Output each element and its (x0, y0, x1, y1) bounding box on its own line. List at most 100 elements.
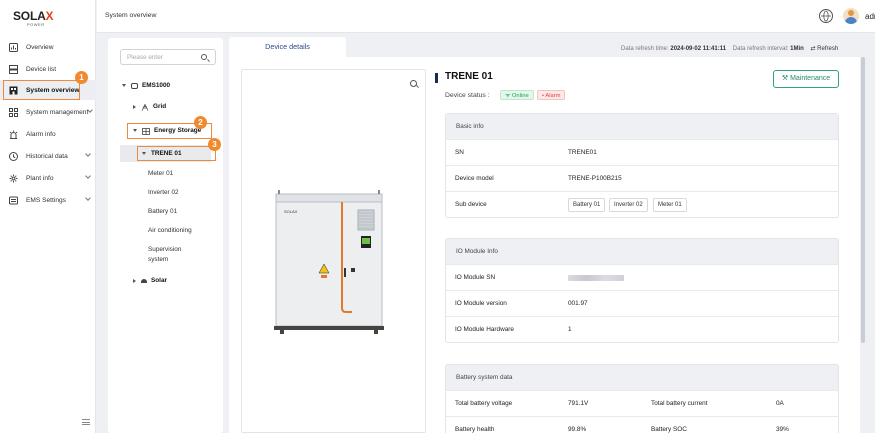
tree-node-meter[interactable]: Meter 01 (148, 170, 173, 177)
history-icon (9, 151, 18, 161)
sub-device-battery-chip[interactable]: Battery 01 (568, 198, 606, 212)
collapse-menu-icon[interactable] (82, 419, 90, 425)
field-label: Total battery voltage (455, 400, 513, 407)
search-icon[interactable] (201, 54, 207, 60)
field-value: 99.8% (568, 426, 587, 433)
maintenance-button[interactable]: ⚒ Maintenance (773, 70, 839, 88)
sidebar-item-alarm-info[interactable]: Alarm info (0, 124, 96, 144)
card-header: IO Module Info (446, 239, 838, 264)
gear-icon (9, 174, 18, 183)
online-label: Online (511, 93, 529, 99)
sidebar-item-system-management[interactable]: System management (0, 102, 96, 122)
field-value: 791.1V (568, 400, 589, 407)
scrollbar[interactable] (861, 57, 865, 343)
logo-x: X (45, 9, 54, 23)
device-status-label: Device status : (445, 92, 490, 99)
tree-node-label: Inverter 02 (148, 189, 179, 196)
refresh-button[interactable]: ⇄ Refresh (810, 46, 838, 52)
redacted-value (568, 275, 624, 281)
table-row: Battery health 99.8% Battery SOC 39% (446, 416, 838, 433)
solar-icon (141, 278, 147, 283)
device-title: TRENE 01 (445, 71, 493, 82)
tree-node-label: Supervision system (148, 246, 182, 263)
table-row: IO Module SN (446, 264, 838, 290)
refresh-label: Refresh (817, 46, 839, 52)
field-value: TRENE01 (568, 149, 597, 156)
ems-icon (9, 196, 18, 205)
step-badge-3: 3 (208, 138, 221, 151)
cabinet-image: SOLAX (274, 188, 384, 336)
sidebar-item-ems-settings[interactable]: EMS Settings (0, 190, 96, 210)
refresh-time-label: Data refresh time: (621, 46, 669, 52)
sidebar-item-plant-info[interactable]: Plant info (0, 168, 96, 188)
sidebar-item-label: Overview (26, 43, 54, 51)
wrench-icon: ⚒ (781, 75, 789, 82)
sidebar-item-historical-data[interactable]: Historical data (0, 146, 96, 166)
tree-node-label: Battery 01 (148, 208, 178, 215)
user-name[interactable]: admin (865, 12, 875, 21)
tree-node-supervision[interactable]: Supervision system (148, 245, 198, 265)
avatar[interactable] (843, 8, 859, 24)
field-value: 1 (568, 326, 572, 333)
zoom-icon[interactable] (410, 80, 417, 87)
refresh-interval-label: Data refresh interval: (732, 46, 789, 52)
refresh-info: Data refresh time: 2024-09-02 11:41:11 D… (621, 45, 838, 52)
step-badge-1: 1 (75, 71, 88, 84)
refresh-icon: ⇄ (810, 46, 816, 52)
sub-device-meter-chip[interactable]: Meter 01 (653, 198, 687, 212)
card-header: Basic info (446, 114, 838, 139)
field-label: Sub device (455, 201, 487, 208)
server-icon (9, 64, 18, 74)
breadcrumb: System overview (105, 12, 157, 19)
svg-text:SOLAX: SOLAX (284, 209, 298, 214)
chevron-down-icon (85, 195, 91, 201)
field-value: TRENE-P100B215 (568, 175, 622, 182)
tree-node-label: Meter 01 (148, 170, 174, 177)
caret-right-icon[interactable] (133, 104, 136, 109)
caret-right-icon[interactable] (133, 278, 136, 283)
chevron-down-icon (85, 151, 91, 157)
tree-node-battery[interactable]: Battery 01 (148, 208, 177, 215)
tree-node-solar[interactable]: Solar (133, 277, 167, 284)
field-label: IO Module version (455, 300, 507, 307)
grid-icon (9, 107, 18, 117)
caret-down-icon[interactable] (122, 84, 126, 87)
alarm-label: Alarm (545, 93, 561, 99)
table-row: Total battery voltage 791.1V Total batte… (446, 390, 838, 416)
field-label: IO Module Hardware (455, 326, 514, 333)
tree-node-ems1000[interactable]: EMS1000 (122, 82, 170, 89)
sidebar: SOLAX POWER Overview Device list System … (0, 0, 96, 433)
title-accent (435, 73, 438, 83)
field-label: SN (455, 149, 464, 156)
sidebar-item-label: Plant info (26, 174, 54, 182)
sidebar-item-label: System management (26, 108, 89, 116)
tree-node-grid[interactable]: Grid (133, 103, 166, 111)
solax-logo[interactable]: SOLAX POWER (13, 9, 54, 28)
tree-node-air-conditioning[interactable]: Air conditioning (148, 227, 192, 234)
io-module-card: IO Module Info IO Module SN IO Module ve… (445, 238, 839, 343)
top-bar: System overview admin (97, 0, 875, 33)
highlight-trene01 (137, 146, 216, 161)
device-image-panel: SOLAX (241, 69, 426, 433)
card-header: Battery system data (446, 365, 838, 390)
sidebar-item-overview[interactable]: Overview (0, 37, 96, 57)
sidebar-item-label: Historical data (26, 152, 68, 160)
field-label: Battery health (455, 426, 495, 433)
logo-text: SOLA (13, 9, 46, 23)
sub-device-inverter-chip[interactable]: Inverter 02 (609, 198, 648, 212)
tree-node-label: Solar (151, 277, 167, 284)
dashboard-icon (9, 42, 18, 52)
alarm-icon (9, 130, 18, 139)
table-row: IO Module Hardware 1 (446, 316, 838, 342)
device-tree-panel: Please enter EMS1000 Grid Energy Storage… (108, 38, 223, 433)
device-details-panel: SOLAX TRENE 01 Device status : ᯤ Online … (229, 57, 860, 433)
tree-search-input[interactable]: Please enter (120, 49, 216, 65)
tab-device-details[interactable]: Device details (229, 37, 346, 57)
field-value: 0A (776, 400, 784, 407)
search-placeholder: Please enter (127, 54, 163, 61)
globe-icon[interactable] (819, 9, 833, 23)
field-label: IO Module SN (455, 274, 496, 281)
tree-node-label: Air conditioning (148, 227, 192, 234)
tree-node-inverter[interactable]: Inverter 02 (148, 189, 179, 196)
table-row: Device model TRENE-P100B215 (446, 165, 838, 191)
